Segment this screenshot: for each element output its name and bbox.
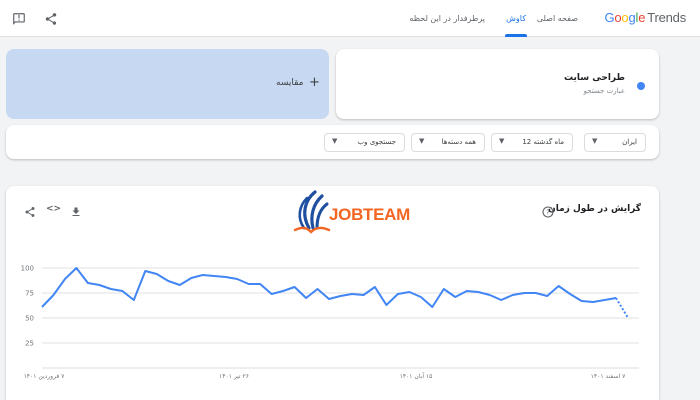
filter-bar: ایران ▼ 12 ماه گذشته ▼ همه دسته‌ها ▼ جست… bbox=[6, 125, 659, 159]
y-tick-label: 50 bbox=[25, 315, 34, 323]
x-tick-label: ۲۶ تیر ۱۴۰۱ bbox=[219, 373, 249, 380]
add-icon: + bbox=[309, 75, 320, 90]
region-value: ایران bbox=[622, 138, 637, 146]
google-trends-logo[interactable]: Google Trends bbox=[604, 10, 686, 25]
category-value: همه دسته‌ها bbox=[441, 138, 476, 146]
series-line bbox=[41, 267, 617, 308]
y-tick-label: 25 bbox=[25, 340, 34, 348]
search-term-card[interactable]: طراحی سایت عبارت جستجو bbox=[336, 49, 659, 119]
time-range-value: 12 ماه گذشته bbox=[522, 138, 564, 146]
logo-letter: e bbox=[638, 10, 646, 25]
nav-active-indicator bbox=[505, 34, 527, 37]
y-tick-label: 100 bbox=[21, 265, 34, 273]
time-range-dropdown[interactable]: 12 ماه گذشته ▼ bbox=[491, 133, 573, 152]
compare-card[interactable]: مقایسه + bbox=[6, 49, 329, 119]
search-type-value: جستجوی وب bbox=[357, 138, 397, 146]
chevron-down-icon: ▼ bbox=[592, 137, 598, 145]
nav-trending-now[interactable]: پرطرفدار در این لحظه bbox=[409, 0, 485, 37]
region-dropdown[interactable]: ایران ▼ bbox=[584, 133, 646, 152]
interest-line-chart: 100 75 50 25 ۷ فروردین ۱۴۰۱ ۲۶ تیر ۱۴۰۱ ۱۵ آبا… bbox=[21, 265, 639, 380]
x-tick-label: ۱۵ آبان ۱۴۰۱ bbox=[400, 371, 433, 380]
logo-letter: G bbox=[604, 10, 615, 25]
x-tick-label: ۷ اسفند ۱۴۰۱ bbox=[591, 373, 626, 380]
search-term-type: عبارت جستجو bbox=[583, 87, 625, 95]
feedback-icon[interactable] bbox=[12, 11, 26, 25]
x-tick-label: ۷ فروردین ۱۴۰۱ bbox=[24, 373, 66, 380]
search-term-title: طراحی سایت bbox=[563, 73, 625, 83]
chevron-down-icon: ▼ bbox=[332, 137, 338, 145]
top-bar: Google Trends صفحه اصلی کاوش پرطرفدار در … bbox=[0, 0, 700, 37]
search-type-dropdown[interactable]: جستجوی وب ▼ bbox=[324, 133, 405, 152]
category-dropdown[interactable]: همه دسته‌ها ▼ bbox=[411, 133, 485, 152]
logo-trends-word: Trends bbox=[647, 10, 686, 25]
y-tick-label: 75 bbox=[25, 290, 34, 298]
nav-explore[interactable]: کاوش bbox=[505, 0, 527, 37]
nav-home[interactable]: صفحه اصلی bbox=[537, 0, 578, 37]
series-partial-line bbox=[615, 297, 629, 318]
chevron-down-icon: ▼ bbox=[499, 137, 505, 145]
share-icon[interactable] bbox=[44, 11, 58, 25]
chevron-down-icon: ▼ bbox=[419, 137, 425, 145]
compare-label: مقایسه bbox=[276, 78, 304, 88]
interest-over-time-card: گرایش در طول زمان ? <> JOBTEAM 100 75 50 25… bbox=[6, 186, 659, 400]
nav-explore-label: کاوش bbox=[506, 14, 526, 23]
series-color-dot bbox=[637, 82, 645, 90]
